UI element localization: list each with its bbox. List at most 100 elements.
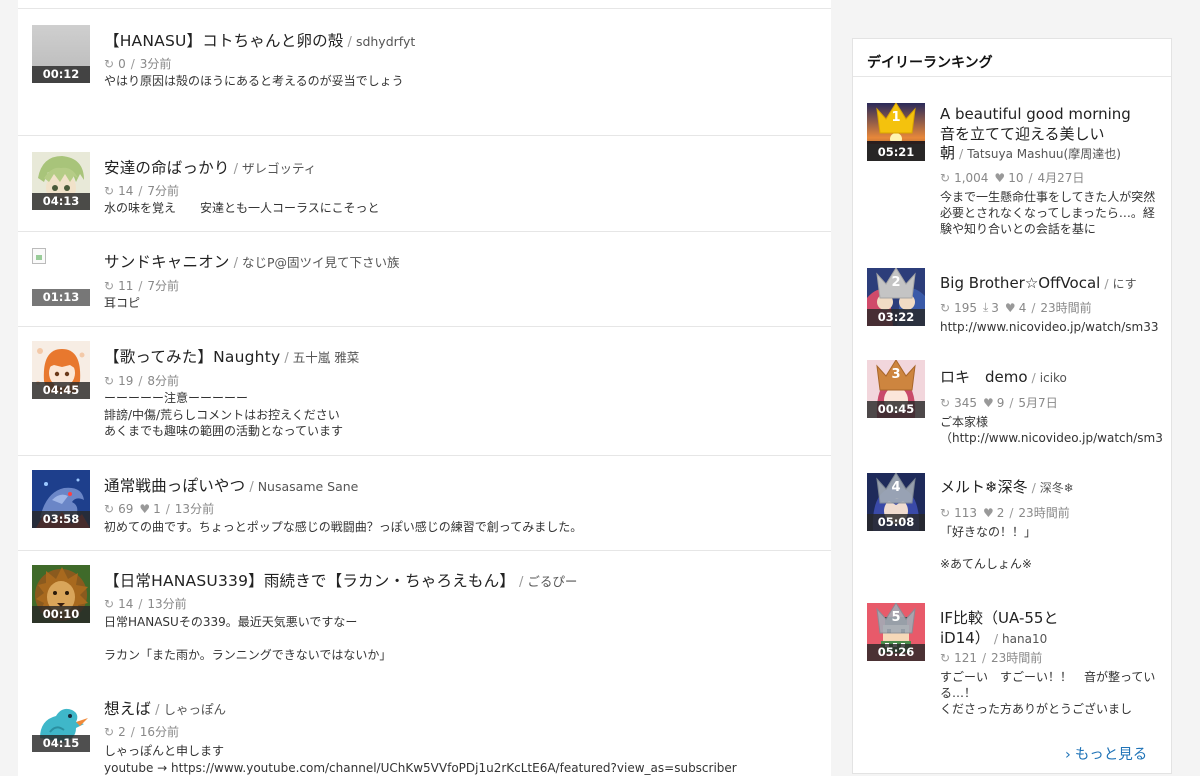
video-description: ーーーーー注意ーーーーー 誹謗/中傷/荒らしコメントはお控えください あくまでも… [104, 391, 344, 438]
duration-badge: 05:08 [867, 514, 925, 531]
video-description: 耳コピ [104, 296, 141, 310]
duration-badge: 00:10 [32, 606, 90, 623]
posted-time: 23時間前 [1040, 301, 1092, 315]
video-title[interactable]: 【歌ってみた】Naughty [104, 348, 280, 366]
feed-item[interactable]: 04:13 安達の命ばっかり / ザレゴッティ ↻ 14 / 7分前 水の味を覚え … [18, 135, 831, 231]
heart-icon: ♥ [1004, 300, 1016, 315]
ranking-video-title[interactable]: メルト❄深冬 [940, 478, 1028, 496]
play-count-icon: ↻ [104, 56, 115, 71]
play-count: 0 [118, 56, 126, 71]
play-count: 113 [954, 505, 977, 520]
rank-number: 5 [891, 610, 901, 625]
play-count-icon: ↻ [104, 501, 115, 516]
video-thumbnail[interactable]: 00:12 [32, 25, 90, 83]
video-author[interactable]: sdhydrfyt [356, 34, 415, 49]
play-count-icon: ↻ [940, 505, 951, 520]
play-count-icon: ↻ [104, 724, 115, 739]
feed-item[interactable]: 00:10 【日常HANASU339】雨続きで【ラカン・ちゃろえもん】 / ごるぴー… [18, 550, 831, 680]
video-title[interactable]: 【HANASU】コトちゃんと卵の殻 [104, 32, 344, 50]
feed-item[interactable]: 04:45 【歌ってみた】Naughty / 五十嵐 雅菜 ↻ 19 / 8分前 ー… [18, 326, 831, 456]
ranking-video-author[interactable]: hana10 [1002, 632, 1047, 646]
play-count-icon: ↻ [104, 596, 115, 611]
ranking-video-description: http://www.nicovideo.jp/watch/sm33 [940, 320, 1159, 334]
video-thumbnail[interactable]: 03:58 [32, 470, 90, 528]
play-count: 19 [118, 373, 134, 388]
ranking-video-description: 「好きなの！！」 ※あてんしょん※ [940, 525, 1037, 571]
heart-icon: ♥ [139, 501, 151, 516]
video-author[interactable]: なじP@固ツイ見て下さい族 [242, 255, 400, 270]
video-title[interactable]: 安達の命ばっかり [104, 159, 230, 177]
video-author[interactable]: ごるぴー [527, 574, 577, 589]
ranking-thumbnail[interactable]: 5 05:26 [867, 603, 925, 661]
ranking-thumbnail[interactable]: 2 03:22 [867, 268, 925, 326]
see-more-link[interactable]: › もっと見る [1065, 743, 1147, 764]
posted-time: 8分前 [147, 374, 180, 388]
video-author[interactable]: ザレゴッティ [242, 161, 316, 176]
ranking-video-description: ご本家様 （http://www.nicovideo.jp/watch/sm3 [940, 415, 1162, 445]
play-count-icon: ↻ [104, 183, 115, 198]
download-icon: ⤓ [982, 300, 989, 314]
like-count: 2 [996, 505, 1005, 520]
play-count: 14 [118, 596, 134, 611]
download-count: 3 [991, 300, 999, 315]
video-title[interactable]: 【日常HANASU339】雨続きで【ラカン・ちゃろえもん】 [104, 572, 515, 590]
ranking-video-author[interactable]: iciko [1040, 371, 1067, 385]
play-count-icon: ↻ [940, 170, 951, 185]
video-title[interactable]: 想えば [104, 700, 151, 718]
video-thumbnail[interactable]: 04:13 [32, 152, 90, 210]
ranking-item[interactable]: 5 05:26 IF比較（UA-55とiD14） / hana10 ↻ 121 / … [853, 591, 1171, 721]
video-thumbnail[interactable]: 04:45 [32, 341, 90, 399]
ranking-item[interactable]: 2 03:22 Big Brother☆OffVocal / にす ↻ 195 ⤓ … [853, 254, 1171, 339]
video-author[interactable]: 五十嵐 雅菜 [293, 350, 359, 365]
play-count-icon: ↻ [104, 373, 115, 388]
video-thumbnail[interactable]: 00:10 [32, 565, 90, 623]
posted-time: 13分前 [147, 597, 187, 611]
feed-item[interactable]: 04:15 想えば / しゃっぽん ↻ 2 / 16分前 しゃっぽんと申します yo… [18, 679, 831, 776]
ranking-title: デイリーランキング [867, 55, 993, 71]
play-count-icon: ↻ [104, 278, 115, 293]
posted-time: 3分前 [139, 57, 172, 71]
video-description: しゃっぽんと申します youtube → https://www.youtube… [104, 744, 737, 775]
video-title[interactable]: サンドキャニオン [104, 253, 230, 271]
ranking-thumbnail[interactable]: 4 05:08 [867, 473, 925, 531]
broken-image-icon [32, 248, 46, 264]
duration-badge: 05:26 [867, 644, 925, 661]
ranking-video-author[interactable]: 深冬❄ [1040, 481, 1074, 495]
video-thumbnail[interactable]: 04:15 [32, 694, 90, 752]
video-feed: 00:12 【HANASU】コトちゃんと卵の殻 / sdhydrfyt ↻ 0 / … [18, 0, 831, 776]
daily-ranking-panel: デイリーランキング 1 05:21 A beautiful good morni… [852, 38, 1172, 774]
like-count: 9 [996, 395, 1005, 410]
ranking-video-author[interactable]: Tatsuya Mashuu(摩周達也) [967, 147, 1121, 161]
feed-item[interactable]: 03:58 通常戦曲っぽいやつ / Nusasame Sane ↻ 69 ♥ 1 /… [18, 455, 831, 551]
rank-number: 1 [891, 110, 901, 125]
ranking-header: デイリーランキング [853, 39, 1171, 77]
ranking-item[interactable]: 3 00:45 ロキ demo / iciko ↻ 345 ♥ 9 / 5月7日 ご… [853, 346, 1171, 456]
video-author[interactable]: しゃっぽん [164, 702, 227, 717]
ranking-video-title[interactable]: Big Brother☆OffVocal [940, 274, 1100, 292]
ranking-thumbnail[interactable]: 1 05:21 [867, 103, 925, 161]
see-more-label: もっと見る [1074, 747, 1148, 763]
posted-time: 16分前 [139, 725, 180, 739]
posted-time: 23時間前 [991, 651, 1043, 665]
video-title[interactable]: 通常戦曲っぽいやつ [104, 477, 245, 495]
rank-number: 4 [891, 480, 901, 495]
duration-badge: 04:45 [32, 382, 90, 399]
ranking-video-title[interactable]: ロキ demo [940, 368, 1028, 386]
video-description: やはり原因は殻のほうにあると考えるのが妥当でしょう [104, 74, 404, 88]
play-count: 195 [954, 300, 977, 315]
video-description: 日常HANASUその339。最近天気悪いですなー ラカン「また雨か。ランニングで… [104, 615, 392, 662]
video-thumbnail[interactable]: 01:13 [32, 248, 90, 306]
ranking-item[interactable]: 4 05:08 メルト❄深冬 / 深冬❄ ↻ 113 ♥ 2 / 23時間前 「好き… [853, 463, 1171, 583]
ranking-thumbnail[interactable]: 3 00:45 [867, 360, 925, 418]
like-count: 1 [153, 501, 161, 516]
heart-icon: ♥ [994, 170, 1006, 185]
feed-item[interactable]: 00:12 【HANASU】コトちゃんと卵の殻 / sdhydrfyt ↻ 0 / … [18, 8, 831, 136]
ranking-video-author[interactable]: にす [1113, 277, 1137, 291]
duration-badge: 04:15 [32, 735, 90, 752]
video-author[interactable]: Nusasame Sane [258, 479, 359, 494]
play-count-icon: ↻ [940, 395, 951, 410]
duration-badge: 04:13 [32, 193, 90, 210]
ranking-video-description: すごーい すごーい！！ 音が整っている…！ くださった方ありがとうございまし [940, 670, 1156, 716]
feed-item[interactable]: 01:13 サンドキャニオン / なじP@固ツイ見て下さい族 ↻ 11 / 7分前 … [18, 231, 831, 327]
ranking-item[interactable]: 1 05:21 A beautiful good morning 音を立てて迎え… [853, 89, 1171, 249]
